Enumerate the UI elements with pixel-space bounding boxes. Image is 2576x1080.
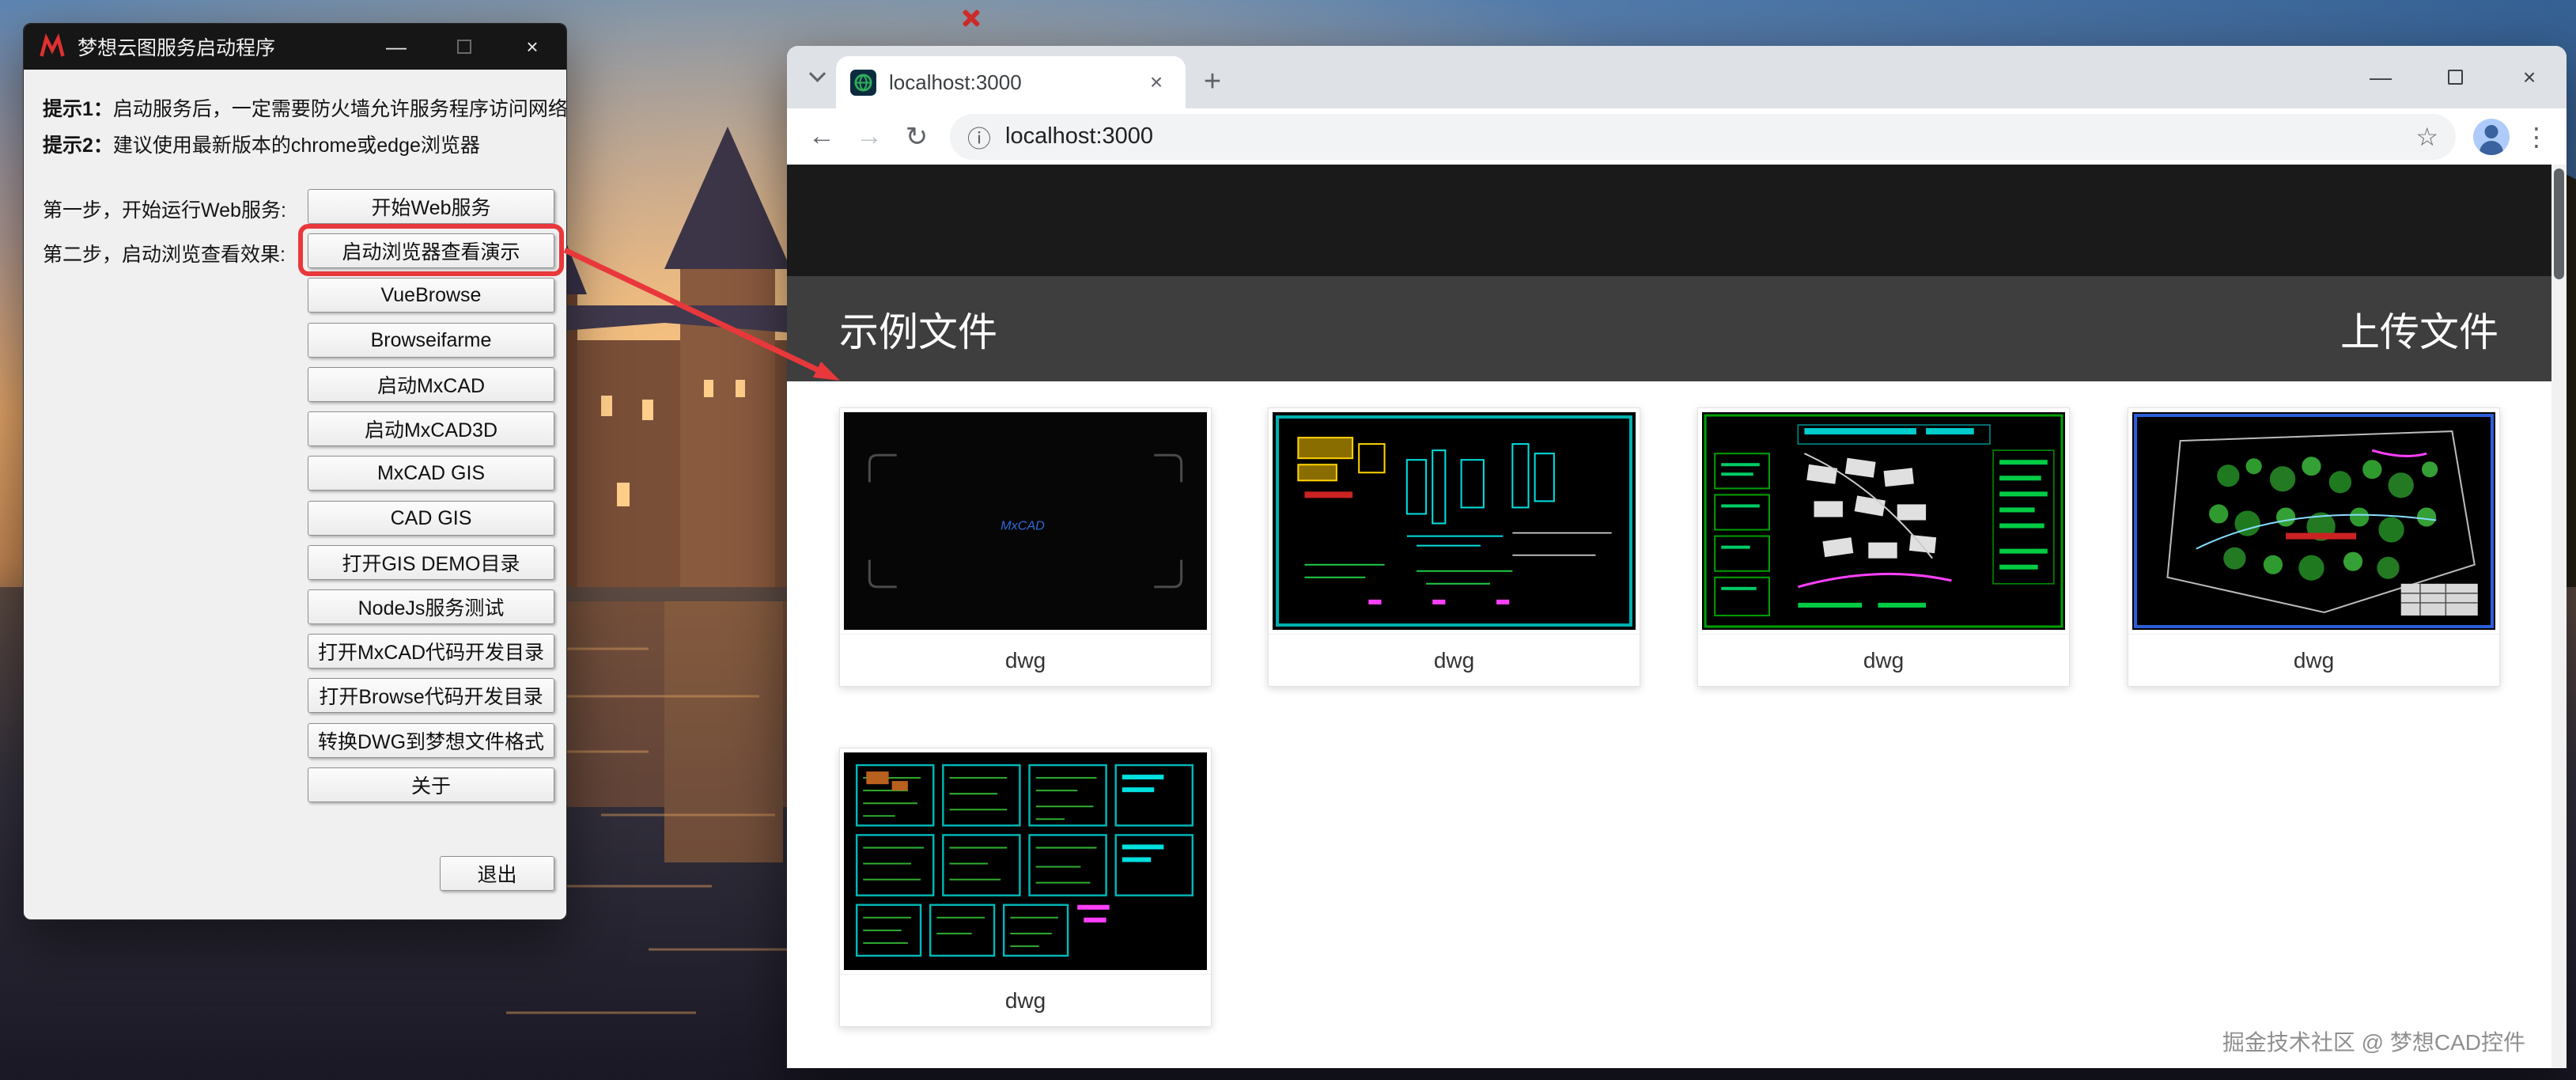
tip-2: 提示2：建议使用最新版本的chrome或edge浏览器: [43, 130, 480, 158]
browser-toolbar: ← → ↻ ⓘ localhost:3000 ☆ ⋮: [787, 108, 2567, 165]
url-text[interactable]: localhost:3000: [1005, 123, 2415, 150]
dwg-card-label: dwg: [840, 634, 1211, 686]
mxcad-gis-button[interactable]: MxCAD GIS: [308, 456, 554, 491]
bookmark-star-icon[interactable]: ☆: [2415, 122, 2438, 152]
about-button[interactable]: 关于: [308, 767, 554, 802]
browser-tab[interactable]: localhost:3000 ×: [836, 56, 1186, 108]
card-grid: MxCAD dwg: [787, 381, 2567, 1068]
vuebrowse-button[interactable]: VueBrowse: [308, 278, 554, 313]
dwg-thumbnail-4: [2128, 408, 2499, 634]
page-content: 示例文件 上传文件 MxCAD dwg: [787, 165, 2567, 1068]
browser-maximize-button[interactable]: [2418, 46, 2492, 108]
launch-browser-demo-button[interactable]: 启动浏览器查看演示: [308, 233, 554, 268]
dwg-card-label: dwg: [1269, 634, 1640, 686]
svg-text:MxCAD: MxCAD: [1001, 519, 1045, 533]
step-1-label: 第一步，开始运行Web服务:: [43, 195, 286, 223]
tip-2-label: 提示2：: [43, 135, 113, 157]
refresh-button[interactable]: ↻: [895, 115, 939, 159]
launcher-minimize-button[interactable]: —: [362, 24, 430, 70]
dwg-card-label: dwg: [840, 974, 1211, 1026]
start-web-service-button[interactable]: 开始Web服务: [308, 189, 554, 224]
step-2-label: 第二步，启动浏览查看效果:: [43, 239, 286, 267]
scrollbar-thumb[interactable]: [2554, 169, 2564, 279]
desktop-shortcut-icon[interactable]: [959, 6, 982, 30]
browser-menu-icon[interactable]: ⋮: [2519, 115, 2554, 159]
tip-1-label: 提示1：: [43, 98, 113, 120]
dwg-thumbnail-5: [840, 748, 1211, 974]
tip-1-text: 启动服务后，一定需要防火墙允许服务程序访问网络。: [113, 98, 567, 120]
start-mxcad-button[interactable]: 启动MxCAD: [308, 367, 554, 402]
cad-gis-button[interactable]: CAD GIS: [308, 501, 554, 536]
launcher-close-button[interactable]: ×: [498, 24, 566, 70]
launcher-title: 梦想云图服务启动程序: [78, 32, 275, 61]
dwg-card-4[interactable]: dwg: [2128, 407, 2500, 687]
dwg-thumbnail-2: [1269, 408, 1640, 634]
browseifarme-button[interactable]: Browseifarme: [308, 323, 554, 358]
tab-favicon-icon: [850, 70, 876, 96]
site-info-icon[interactable]: ⓘ: [967, 119, 991, 154]
dwg-thumbnail-1: MxCAD: [840, 408, 1211, 634]
launcher-body: 提示1：启动服务后，一定需要防火墙允许服务程序访问网络。 提示2：建议使用最新版…: [24, 70, 566, 920]
tab-search-chevron-icon[interactable]: [798, 46, 836, 108]
launcher-maximize-button: [430, 24, 498, 70]
profile-avatar-icon[interactable]: [2473, 119, 2510, 155]
tip-2-text: 建议使用最新版本的chrome或edge浏览器: [113, 135, 480, 157]
upload-files-button[interactable]: 上传文件: [2340, 301, 2498, 358]
tip-1: 提示1：启动服务后，一定需要防火墙允许服务程序访问网络。: [43, 93, 567, 122]
tab-title: localhost:3000: [889, 70, 1141, 95]
open-browse-dev-dir-button[interactable]: 打开Browse代码开发目录: [308, 678, 554, 713]
exit-button[interactable]: 退出: [440, 856, 554, 891]
open-mxcad-dev-dir-button[interactable]: 打开MxCAD代码开发目录: [308, 634, 554, 669]
dwg-card-1[interactable]: MxCAD dwg: [839, 407, 1212, 687]
dwg-thumbnail-3: [1698, 408, 2069, 634]
dwg-card-2[interactable]: dwg: [1268, 407, 1640, 687]
address-bar[interactable]: ⓘ localhost:3000 ☆: [950, 114, 2456, 160]
page-header: 示例文件 上传文件: [787, 276, 2567, 381]
forward-button[interactable]: →: [847, 115, 891, 159]
tab-close-icon[interactable]: ×: [1141, 67, 1171, 97]
dwg-card-5[interactable]: dwg: [839, 748, 1212, 1027]
open-gis-demo-dir-button[interactable]: 打开GIS DEMO目录: [308, 545, 554, 580]
tab-strip: localhost:3000 × + — ×: [787, 46, 2567, 108]
dwg-card-label: dwg: [2128, 634, 2499, 686]
back-button[interactable]: ←: [800, 115, 844, 159]
page-top-band: [787, 165, 2567, 276]
browser-window: localhost:3000 × + — × ← → ↻ ⓘ localhost…: [787, 46, 2567, 1068]
browser-minimize-button[interactable]: —: [2343, 46, 2418, 108]
page-scrollbar[interactable]: [2551, 165, 2567, 1068]
browser-close-button[interactable]: ×: [2492, 46, 2567, 108]
launcher-window: 梦想云图服务启动程序 — × 提示1：启动服务后，一定需要防火墙允许服务程序访问…: [23, 23, 567, 920]
convert-dwg-button[interactable]: 转换DWG到梦想文件格式: [308, 723, 554, 758]
app-logo-icon: [38, 32, 66, 61]
launcher-titlebar[interactable]: 梦想云图服务启动程序 — ×: [24, 24, 566, 70]
dwg-card-label: dwg: [1698, 634, 2069, 686]
watermark-text: 掘金技术社区 @ 梦想CAD控件: [2222, 1025, 2525, 1057]
examples-title: 示例文件: [839, 301, 997, 358]
dwg-card-3[interactable]: dwg: [1697, 407, 2070, 687]
new-tab-button[interactable]: +: [1195, 64, 1230, 99]
start-mxcad3d-button[interactable]: 启动MxCAD3D: [308, 411, 554, 446]
nodejs-service-test-button[interactable]: NodeJs服务测试: [308, 589, 554, 624]
